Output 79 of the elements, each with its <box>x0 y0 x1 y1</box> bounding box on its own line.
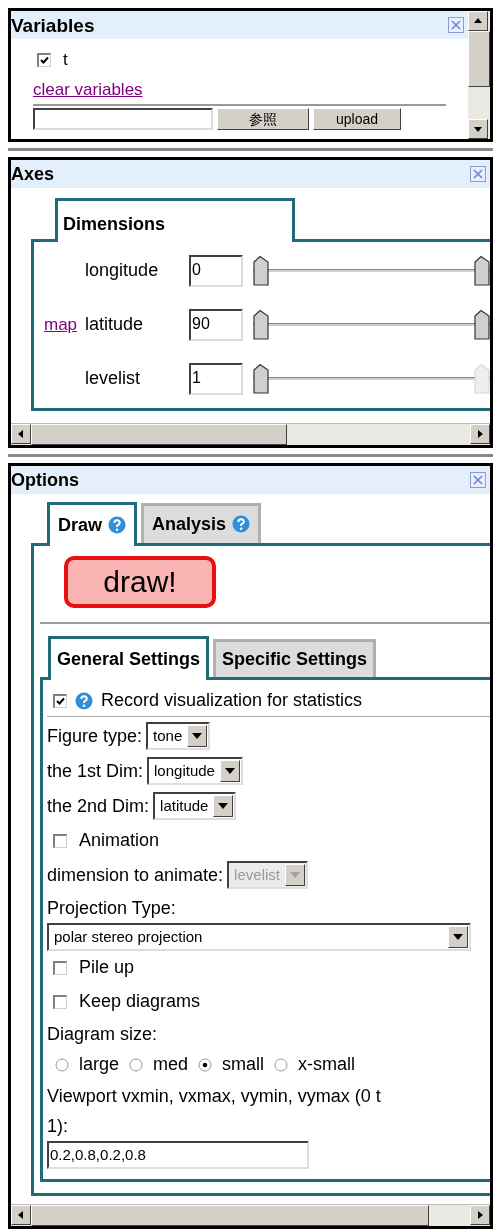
field-label: the 1st Dim: <box>47 759 144 783</box>
dimension-value-field[interactable]: 90 <box>189 308 244 341</box>
dimension-label: levelist <box>85 367 142 391</box>
variable-label: t <box>63 49 68 71</box>
panel-title: Variables <box>11 15 95 35</box>
help-icon[interactable] <box>232 515 251 534</box>
dropdown[interactable]: latitude <box>153 792 237 821</box>
clear-variables-link[interactable]: clear variables <box>33 78 143 100</box>
upload-button[interactable]: upload <box>313 107 401 130</box>
field-label: 1): <box>47 1114 69 1138</box>
caret-icon <box>453 933 463 940</box>
scroll-right-button[interactable] <box>470 423 490 444</box>
scroll-left-button[interactable] <box>11 1205 31 1225</box>
radio-button[interactable] <box>274 1057 289 1072</box>
horizontal-scrollbar[interactable] <box>11 1204 490 1226</box>
file-path-field[interactable] <box>33 107 213 130</box>
field-label: Figure type: <box>47 724 143 748</box>
dimension-value-field[interactable]: 1 <box>189 362 244 395</box>
scroll-thumb[interactable] <box>31 1205 429 1226</box>
close-icon[interactable] <box>470 165 486 182</box>
checkbox[interactable] <box>37 52 51 67</box>
panel-title: Options <box>11 470 79 489</box>
scroll-right-button[interactable] <box>470 1205 490 1225</box>
help-icon[interactable] <box>108 516 126 535</box>
viewport-field[interactable]: 0.2,0.8,0.2,0.8 <box>47 1140 309 1169</box>
scroll-left-button[interactable] <box>11 423 31 444</box>
dimension-value-field[interactable]: 0 <box>189 254 244 287</box>
panel-title: Axes <box>11 164 55 183</box>
checkbox-label: Pile up <box>79 956 135 980</box>
field-label: Viewport vxmin, vxmax, vymin, vymax (0 t <box>47 1084 382 1108</box>
close-icon[interactable] <box>448 17 464 33</box>
checkbox[interactable] <box>53 833 67 848</box>
dropdown[interactable]: polar stereo projection <box>47 922 471 951</box>
slider-end-thumb[interactable] <box>474 255 490 286</box>
caret-icon <box>218 803 229 810</box>
caret-icon <box>289 872 300 879</box>
checkbox-label: Record visualization for statistics <box>101 689 363 713</box>
checkbox[interactable] <box>53 693 67 708</box>
field-label: Diagram size: <box>47 1022 159 1046</box>
slider-thumb[interactable] <box>253 363 270 394</box>
scroll-down-button[interactable] <box>468 118 488 139</box>
checkbox[interactable] <box>53 994 67 1009</box>
browse-button[interactable]: 参照 <box>217 107 309 130</box>
dropdown[interactable]: longitude <box>147 757 243 786</box>
checkbox-label: Keep diagrams <box>79 990 201 1014</box>
dimension-label: latitude <box>85 313 145 337</box>
vertical-scrollbar[interactable] <box>468 11 490 139</box>
field-label: Projection Type: <box>47 896 177 920</box>
tab[interactable]: Draw <box>47 501 137 546</box>
radio-label: x-small <box>298 1053 356 1077</box>
scroll-up-button[interactable] <box>468 11 488 31</box>
slider-thumb[interactable] <box>253 255 270 286</box>
radio-button[interactable] <box>198 1057 213 1072</box>
tab[interactable]: Analysis <box>141 502 262 543</box>
field-label: dimension to animate: <box>47 863 224 887</box>
horizontal-scrollbar[interactable] <box>11 422 490 445</box>
radio-label: small <box>222 1053 265 1077</box>
tab[interactable]: Specific Settings <box>213 638 377 677</box>
slider-thumb[interactable] <box>253 309 270 340</box>
checkbox[interactable] <box>53 960 67 975</box>
dropdown[interactable]: tone <box>146 722 211 751</box>
tab[interactable]: Dimensions <box>55 197 295 242</box>
slider-end-thumb[interactable] <box>474 309 490 340</box>
radio-label: large <box>79 1053 120 1077</box>
help-icon[interactable] <box>75 691 93 710</box>
scroll-thumb[interactable] <box>31 423 287 445</box>
radio-label: med <box>153 1053 189 1077</box>
dimension-label: longitude <box>85 259 160 283</box>
checkbox-label: Animation <box>79 829 160 853</box>
map-link[interactable]: map <box>44 311 78 338</box>
scroll-thumb[interactable] <box>468 31 490 87</box>
radio-button[interactable] <box>55 1057 69 1072</box>
close-icon[interactable] <box>470 471 486 488</box>
radio-button[interactable] <box>129 1057 144 1072</box>
field-label: the 2nd Dim: <box>47 794 150 818</box>
draw-button[interactable]: draw! <box>64 555 216 608</box>
caret-icon <box>192 733 203 740</box>
caret-icon <box>224 768 235 775</box>
tab[interactable]: General Settings <box>48 635 210 680</box>
